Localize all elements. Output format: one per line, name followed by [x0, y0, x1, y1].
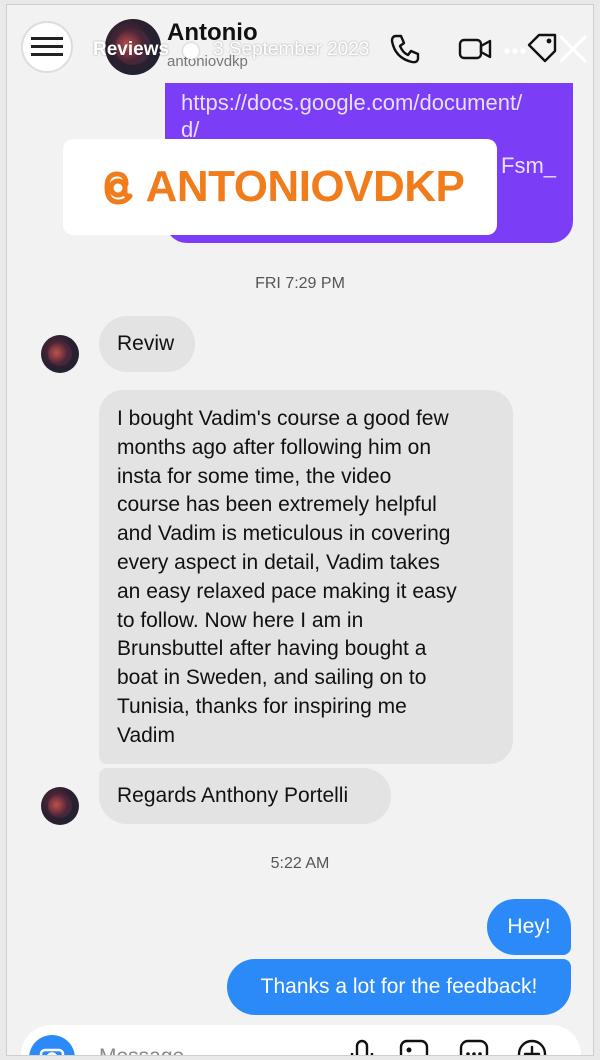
sticker-icon[interactable]: [457, 1037, 491, 1055]
message-line: I bought Vadim's course a good few: [117, 407, 449, 430]
incoming-message[interactable]: Regards Anthony Portelli: [99, 768, 391, 824]
verified-icon: [183, 43, 199, 59]
threads-icon: [96, 162, 140, 212]
message-line: Tunisia, thanks for inspiring me: [117, 694, 407, 718]
message-line: Brunsbuttel after having bought a: [117, 637, 427, 661]
message-line: boat in Sweden, and sailing on to: [117, 666, 427, 690]
incoming-message[interactable]: I bought Vadim's course a good few month…: [99, 390, 513, 764]
outgoing-message[interactable]: Hey!: [487, 899, 571, 955]
message-line: every aspect in detail, Vadim takes: [117, 550, 440, 574]
chat-header: Antonio antoniovdkp Reviews 3 September …: [7, 5, 593, 85]
message-text: Regards Anthony Portelli: [117, 783, 349, 807]
sender-avatar[interactable]: [41, 335, 79, 373]
incoming-message[interactable]: Reviw: [99, 316, 195, 372]
shared-link-text[interactable]: https://docs.google.com/document/ d/: [181, 89, 561, 143]
story-avatar[interactable]: [21, 21, 73, 73]
message-text: Hey!: [507, 915, 551, 938]
timestamp: 5:22 AM: [270, 855, 330, 872]
message-line: and Vadim is meticulous in covering: [117, 522, 451, 546]
story-date: 3 September 2023: [213, 39, 370, 60]
mention-text: ANTONIOVDKP: [145, 162, 465, 211]
close-icon[interactable]: [555, 31, 591, 67]
message-text: Thanks a lot for the feedback!: [260, 975, 538, 998]
microphone-icon[interactable]: [345, 1037, 379, 1055]
dm-screen: Antonio antoniovdkp Reviews 3 September …: [6, 4, 594, 1056]
gallery-icon[interactable]: [397, 1037, 431, 1055]
message-line: insta for some time, the video: [117, 464, 392, 488]
message-line: to follow. Now here I am in: [117, 608, 364, 632]
video-icon[interactable]: [457, 31, 493, 67]
phone-icon[interactable]: [387, 31, 423, 67]
sender-avatar[interactable]: [41, 787, 79, 825]
camera-button[interactable]: [29, 1035, 75, 1055]
message-text: Reviw: [117, 331, 175, 355]
message-line: course has been extremely helpful: [117, 493, 437, 517]
outgoing-message[interactable]: Thanks a lot for the feedback!: [227, 959, 571, 1015]
story-label: Reviews: [93, 39, 170, 60]
message-line: an easy relaxed pace making it easy: [117, 579, 457, 603]
timestamp: FRI 7:29 PM: [255, 275, 345, 292]
message-line: Vadim: [117, 723, 175, 747]
mention-sticker[interactable]: ANTONIOVDKP: [63, 139, 497, 235]
camera-icon: [39, 1048, 65, 1055]
message-line: months ago after following him on: [117, 435, 432, 459]
message-input[interactable]: Message: [99, 1045, 184, 1055]
shared-link-tail: Fsm_: [501, 153, 556, 178]
add-icon[interactable]: [515, 1037, 549, 1055]
